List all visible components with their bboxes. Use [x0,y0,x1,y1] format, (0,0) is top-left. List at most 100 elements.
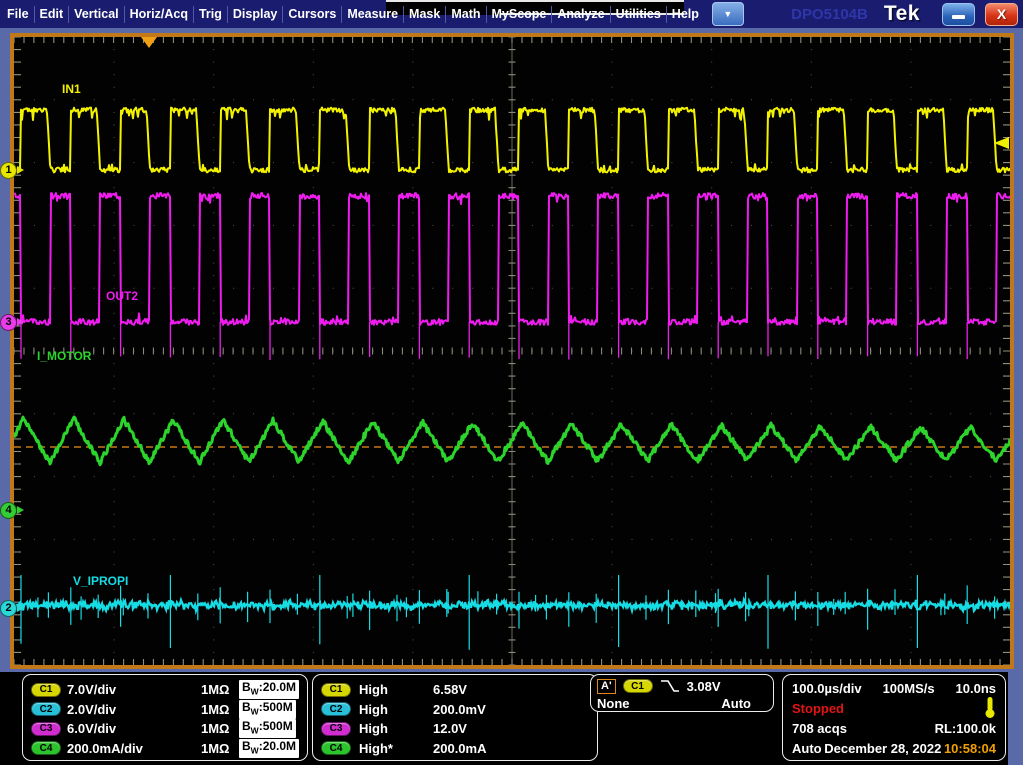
trigger-level-value: 3.08V [687,679,721,694]
sample-resolution: 10.0ns [956,681,996,696]
record-length: RL:100.0k [935,721,996,736]
channel-marker-4[interactable]: 4 [0,502,17,519]
menu-item-analyze[interactable]: Analyze [552,0,609,28]
graticule: IN1 OUT2 I_MOTOR V_IPROPI [14,37,1010,665]
channel-settings-panel[interactable]: C1 7.0V/div 1MΩ BW:20.0M C2 2.0V/div 1MΩ… [22,674,308,761]
menu-item-math[interactable]: Math [446,0,485,28]
c4-badge[interactable]: C4 [31,741,61,755]
c1-meas-badge[interactable]: C1 [321,683,351,697]
status-row: Stopped [792,698,996,718]
c4-termination: 1MΩ [201,741,239,756]
menu-overflow-dropdown[interactable]: ▼ [712,2,744,26]
timebase-row: 100.0µs/div 100MS/s 10.0ns [792,678,996,698]
trigger-position-icon[interactable] [141,37,157,48]
oscilloscope-screen: FileEditVerticalHoriz/AcqTrigDisplayCurs… [0,0,1023,765]
menu-item-utilities[interactable]: Utilities [611,0,666,28]
c2-meas-value: 200.0mV [433,702,597,717]
c4-scale: 200.0mA/div [67,741,201,756]
readout-area: C1 7.0V/div 1MΩ BW:20.0M C2 2.0V/div 1MΩ… [0,672,1023,765]
measurements-panel[interactable]: C1 High 6.58V C2 High 200.0mV C3 High 12… [312,674,598,761]
marker-pin-icon [984,697,996,719]
c2-bandwidth: BW:500M [239,700,296,719]
menu-item-display[interactable]: Display [228,0,282,28]
model-watermark: DPO5104B [791,6,868,23]
trigger-panel[interactable]: A' C1 3.08V None Auto [590,674,774,712]
channel-row-c3[interactable]: C3 6.0V/div 1MΩ BW:500M [31,719,307,739]
c4-meas-badge[interactable]: C4 [321,741,351,755]
channel-marker-arrow-2 [17,604,24,612]
c1-bandwidth: BW:20.0M [239,680,299,699]
close-button[interactable]: X [985,3,1018,26]
c3-bandwidth: BW:500M [239,719,296,738]
horizontal-acquisition-panel[interactable]: 100.0µs/div 100MS/s 10.0ns Stopped 708 a… [782,674,1006,761]
c1-scale: 7.0V/div [67,682,201,697]
c2-termination: 1MΩ [201,702,239,717]
date-value: December 28, 2022 [824,741,941,756]
c3-scale: 6.0V/div [67,721,201,736]
c3-meas-badge[interactable]: C3 [321,722,351,736]
channel-row-c2[interactable]: C2 2.0V/div 1MΩ BW:500M [31,700,307,720]
measurement-row-c3[interactable]: C3 High 12.0V [321,719,597,739]
menu-item-vertical[interactable]: Vertical [69,0,123,28]
channel-marker-3[interactable]: 3 [0,314,17,331]
trigger-level-icon[interactable] [994,137,1009,149]
channel-row-c4[interactable]: C4 200.0mA/div 1MΩ BW:20.0M [31,739,307,759]
timebase-scale: 100.0µs/div [792,681,862,696]
menu-item-myscope[interactable]: MyScope [487,0,552,28]
c2-meas-badge[interactable]: C2 [321,702,351,716]
trigger-mode-value: Auto [792,741,822,756]
c2-badge[interactable]: C2 [31,702,61,716]
trigger-auto-label[interactable]: Auto [721,696,751,711]
waveform-label-imotor: I_MOTOR [37,349,91,363]
clock-value: 10:58:04 [944,741,996,756]
measurement-row-c1[interactable]: C1 High 6.58V [321,680,597,700]
trigger-mode-row: None Auto [597,695,767,711]
c1-termination: 1MΩ [201,682,239,697]
c2-scale: 2.0V/div [67,702,201,717]
trigger-source-badge[interactable]: C1 [623,679,653,693]
measurement-row-c4[interactable]: C4 High* 200.0mA [321,739,597,759]
frame-right-strip [1008,672,1023,765]
c3-termination: 1MΩ [201,721,239,736]
c1-meas-value: 6.58V [433,682,597,697]
sample-rate: 100MS/s [883,681,935,696]
channel-marker-1[interactable]: 1 [0,162,17,179]
trigger-settings-row: A' C1 3.08V [597,677,767,695]
c1-badge[interactable]: C1 [31,683,61,697]
menu-item-horiz-acq[interactable]: Horiz/Acq [125,0,193,28]
datetime-row: Auto December 28, 2022 10:58:04 [792,738,996,758]
channel-marker-arrow-1 [17,166,24,174]
menu-item-help[interactable]: Help [667,0,704,28]
channel-row-c1[interactable]: C1 7.0V/div 1MΩ BW:20.0M [31,680,307,700]
c4-bandwidth: BW:20.0M [239,739,299,758]
close-icon: X [997,6,1006,22]
menu-item-mask[interactable]: Mask [404,0,445,28]
channel-marker-2[interactable]: 2 [0,600,17,617]
minimize-icon [952,15,965,19]
c3-badge[interactable]: C3 [31,722,61,736]
c4-meas-name: High* [359,741,433,756]
c1-meas-name: High [359,682,433,697]
trigger-none-label[interactable]: None [597,696,630,711]
acquisition-status: Stopped [792,701,844,716]
channel-marker-arrow-3 [17,318,24,326]
falling-edge-icon [660,679,680,693]
menu-item-cursors[interactable]: Cursors [283,0,341,28]
menu-item-measure[interactable]: Measure [342,0,403,28]
c2-meas-name: High [359,702,433,717]
measurement-row-c2[interactable]: C2 High 200.0mV [321,700,597,720]
menu-item-edit[interactable]: Edit [35,0,69,28]
c4-meas-value: 200.0mA [433,741,597,756]
waveform-canvas [14,37,1010,665]
tek-logo: Tek [884,2,920,26]
display-frame: IN1 OUT2 I_MOTOR V_IPROPI [0,28,1023,672]
menu-item-trig[interactable]: Trig [194,0,227,28]
menu-bar: FileEditVerticalHoriz/AcqTrigDisplayCurs… [0,0,1023,28]
minimize-button[interactable] [942,3,975,26]
trigger-a-label[interactable]: A' [597,679,616,694]
channel-marker-arrow-4 [17,506,24,514]
dropdown-arrow-icon: ▼ [723,9,732,19]
c3-meas-name: High [359,721,433,736]
waveform-label-vipropi: V_IPROPI [73,574,128,588]
menu-item-file[interactable]: File [2,0,34,28]
